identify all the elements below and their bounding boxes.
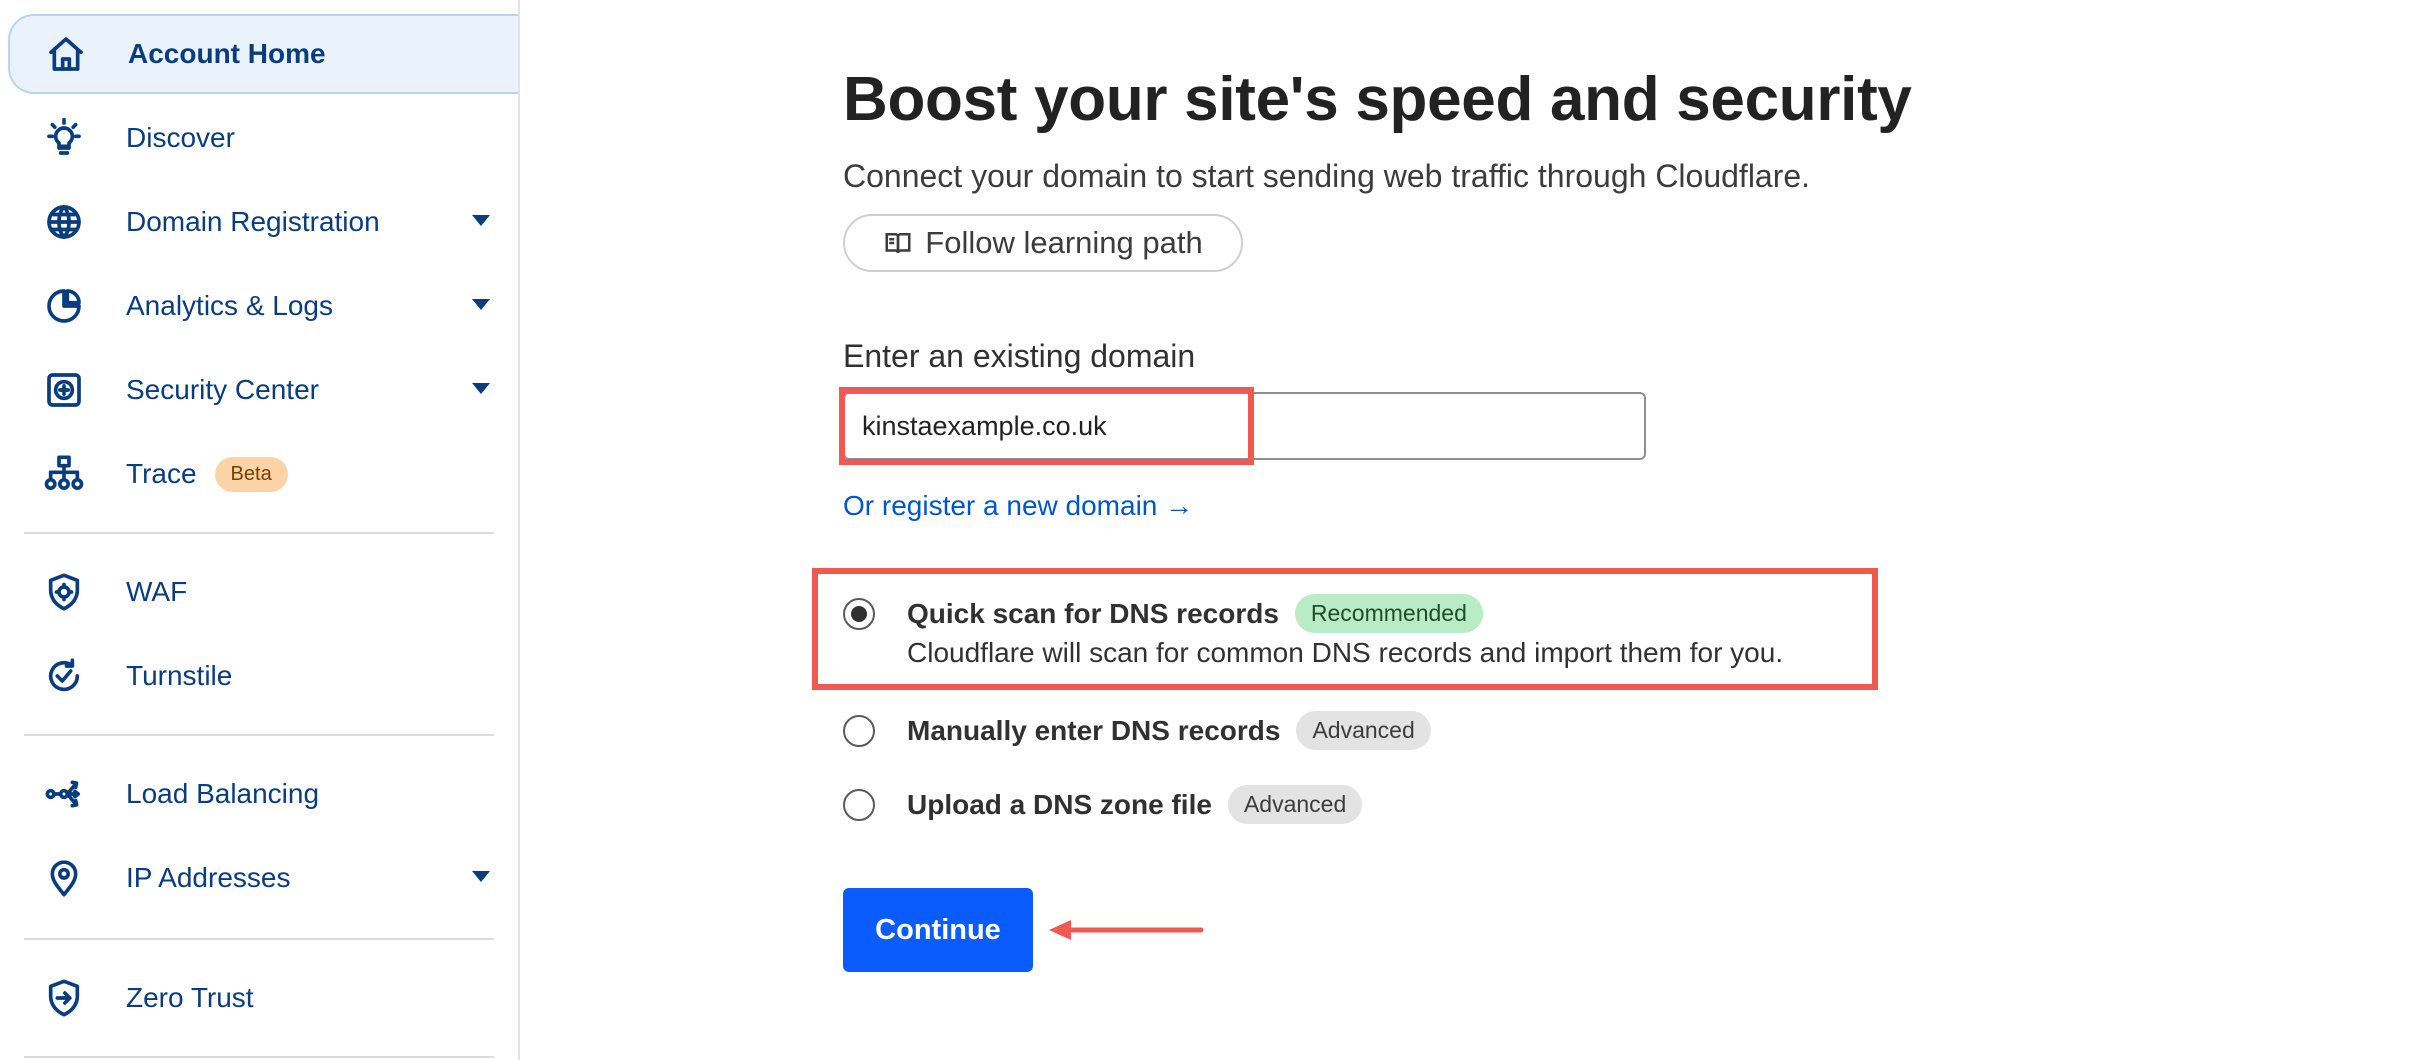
sidebar-item-security-center[interactable]: Security Center [8,350,518,430]
option-manual-entry[interactable]: Manually enter DNS records Advanced [843,711,1431,750]
sidebar-item-label: Domain Registration [126,206,380,237]
globe-icon [42,200,86,244]
sidebar-item-load-balancing[interactable]: Load Balancing [8,754,518,834]
sidebar-divider [24,938,494,940]
advanced-badge: Advanced [1227,785,1363,824]
quick-scan-radio[interactable] [843,597,875,630]
sidebar-item-label: Security Center [126,374,319,405]
sidebar-divider [24,734,494,736]
trace-icon [42,452,86,496]
sidebar-item-zero-trust[interactable]: Zero Trust [8,958,518,1038]
sidebar-item-ip-addresses[interactable]: IP Addresses [8,838,518,918]
sidebar-item-label: Account Home [128,38,326,69]
lightbulb-icon [42,116,86,160]
follow-learning-path-label: Follow learning path [925,225,1203,260]
domain-input[interactable] [843,392,1646,460]
security-center-icon [42,368,86,412]
sidebar-item-label: Zero Trust [126,982,254,1013]
turnstile-icon [42,654,86,698]
option-label: Quick scan for DNS records [907,597,1279,629]
upload-zone-file-radio[interactable] [843,788,875,821]
home-icon [44,32,88,76]
follow-learning-path-button[interactable]: Follow learning path [843,214,1243,272]
recommended-badge: Recommended [1294,594,1483,633]
sidebar-item-label: Discover [126,122,235,153]
sidebar-item-label: Trace [126,458,197,489]
location-pin-icon [42,856,86,900]
sidebar-item-label: Analytics & Logs [126,290,333,321]
chevron-down-icon[interactable] [472,871,490,882]
chevron-down-icon[interactable] [472,383,490,394]
option-upload-zone-file[interactable]: Upload a DNS zone file Advanced [843,785,1363,824]
chevron-down-icon[interactable] [472,299,490,310]
sidebar-item-label: Load Balancing [126,778,320,809]
sidebar-item-domain-registration[interactable]: Domain Registration [8,182,518,262]
sidebar-item-label: IP Addresses [126,862,291,893]
shield-gear-icon [42,570,86,614]
continue-button[interactable]: Continue [843,888,1033,972]
chevron-down-icon[interactable] [472,215,490,226]
register-new-domain-link[interactable]: Or register a new domain → [843,490,1193,522]
zero-trust-icon [42,976,86,1020]
option-label: Manually enter DNS records [907,714,1281,746]
domain-input-label: Enter an existing domain [843,338,1196,374]
sidebar-divider [24,1056,494,1058]
manual-entry-radio[interactable] [843,714,875,747]
option-label: Upload a DNS zone file [907,788,1212,820]
annotation-arrow-icon [1049,920,1204,940]
pie-chart-icon [42,284,86,328]
advanced-badge: Advanced [1296,711,1431,750]
option-quick-scan[interactable]: Quick scan for DNS records Recommended [843,594,1483,633]
beta-badge: Beta [214,456,288,492]
load-balancing-icon [42,772,86,816]
sidebar-item-label: WAF [126,576,188,607]
sidebar-item-discover[interactable]: Discover [8,98,518,178]
sidebar-item-label: Turnstile [126,660,233,691]
sidebar-item-waf[interactable]: WAF [8,552,518,632]
sidebar: Account Home Discover Domain Registratio… [0,0,520,1060]
sidebar-item-trace[interactable]: Trace Beta [8,434,518,514]
page-title: Boost your site's speed and security [843,65,1912,134]
sidebar-item-account-home[interactable]: Account Home [8,14,518,94]
book-icon [885,233,911,254]
option-description: Cloudflare will scan for common DNS reco… [907,637,1784,668]
sidebar-divider [24,532,494,534]
sidebar-item-turnstile[interactable]: Turnstile [8,636,518,716]
sidebar-item-analytics-logs[interactable]: Analytics & Logs [8,266,518,346]
page-subtitle: Connect your domain to start sending web… [843,158,1811,194]
